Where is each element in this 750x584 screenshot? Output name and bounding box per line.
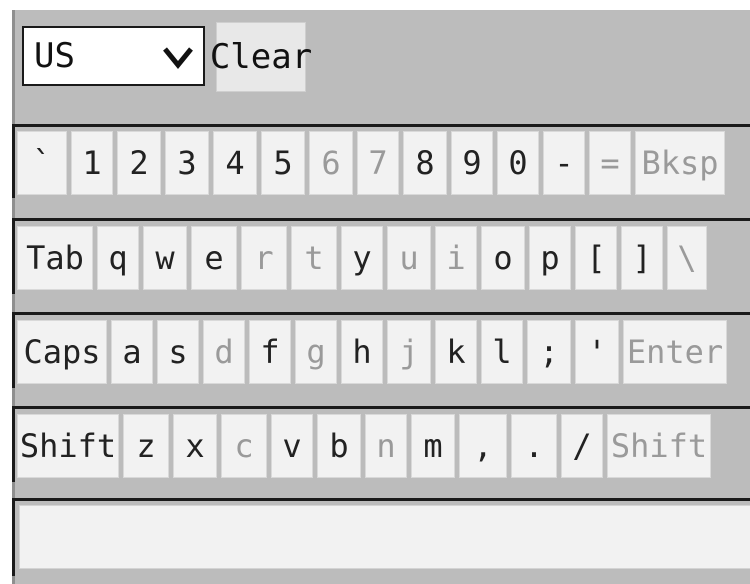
key-r[interactable]: r — [241, 225, 287, 290]
key-c[interactable]: c — [221, 413, 267, 478]
key-left-bracket[interactable]: [ — [575, 225, 617, 290]
key-7[interactable]: 7 — [357, 130, 399, 195]
key-d[interactable]: d — [203, 319, 245, 384]
key-o[interactable]: o — [481, 225, 525, 290]
key-row-top: Tab q w e r t y u i o p [ ] \ — [12, 218, 750, 294]
key-m[interactable]: m — [411, 413, 455, 478]
key-backslash[interactable]: \ — [667, 225, 707, 290]
key-tab[interactable]: Tab — [17, 225, 93, 290]
key-u[interactable]: u — [387, 225, 431, 290]
key-backspace[interactable]: Bksp — [635, 130, 725, 195]
key-g[interactable]: g — [295, 319, 337, 384]
key-6[interactable]: 6 — [309, 130, 353, 195]
key-w[interactable]: w — [143, 225, 187, 290]
key-q[interactable]: q — [97, 225, 139, 290]
key-semicolon[interactable]: ; — [527, 319, 571, 384]
key-b[interactable]: b — [317, 413, 361, 478]
key-shift-right[interactable]: Shift — [607, 413, 711, 478]
key-a[interactable]: a — [111, 319, 153, 384]
key-row-home: Caps a s d f g h j k l ; ' Enter — [12, 312, 750, 388]
key-v[interactable]: v — [271, 413, 313, 478]
clear-button[interactable]: Clear — [210, 22, 312, 92]
key-s[interactable]: s — [157, 319, 199, 384]
key-f[interactable]: f — [249, 319, 291, 384]
key-x[interactable]: x — [173, 413, 217, 478]
key-0[interactable]: 0 — [497, 130, 539, 195]
layout-select-value: US — [34, 36, 75, 76]
chevron-down-icon — [163, 47, 193, 69]
key-1[interactable]: 1 — [71, 130, 113, 195]
output-field[interactable] — [19, 505, 750, 569]
key-3[interactable]: 3 — [165, 130, 209, 195]
key-h[interactable]: h — [341, 319, 383, 384]
key-8[interactable]: 8 — [403, 130, 447, 195]
key-t[interactable]: t — [291, 225, 337, 290]
key-9[interactable]: 9 — [451, 130, 493, 195]
key-equals[interactable]: = — [589, 130, 631, 195]
key-j[interactable]: j — [387, 319, 431, 384]
key-slash[interactable]: / — [561, 413, 603, 478]
key-comma[interactable]: , — [459, 413, 507, 478]
key-backtick[interactable]: ` — [17, 130, 67, 195]
key-4[interactable]: 4 — [213, 130, 257, 195]
key-y[interactable]: y — [341, 225, 383, 290]
key-i[interactable]: i — [435, 225, 477, 290]
key-right-bracket[interactable]: ] — [621, 225, 663, 290]
key-5[interactable]: 5 — [261, 130, 305, 195]
key-minus[interactable]: - — [543, 130, 585, 195]
output-row — [12, 498, 750, 576]
key-e[interactable]: e — [191, 225, 237, 290]
key-l[interactable]: l — [481, 319, 523, 384]
key-row-numbers: ` 1 2 3 4 5 6 7 8 9 0 - = Bksp — [12, 124, 750, 198]
key-caps[interactable]: Caps — [17, 319, 107, 384]
key-enter[interactable]: Enter — [623, 319, 727, 384]
layout-select[interactable]: US — [22, 26, 205, 86]
key-period[interactable]: . — [511, 413, 557, 478]
key-p[interactable]: p — [529, 225, 571, 290]
key-k[interactable]: k — [435, 319, 477, 384]
key-2[interactable]: 2 — [117, 130, 161, 195]
key-shift-left[interactable]: Shift — [17, 413, 119, 478]
key-n[interactable]: n — [365, 413, 407, 478]
key-quote[interactable]: ' — [575, 319, 619, 384]
key-z[interactable]: z — [123, 413, 169, 478]
key-row-bottom: Shift z x c v b n m , . / Shift — [12, 406, 750, 482]
